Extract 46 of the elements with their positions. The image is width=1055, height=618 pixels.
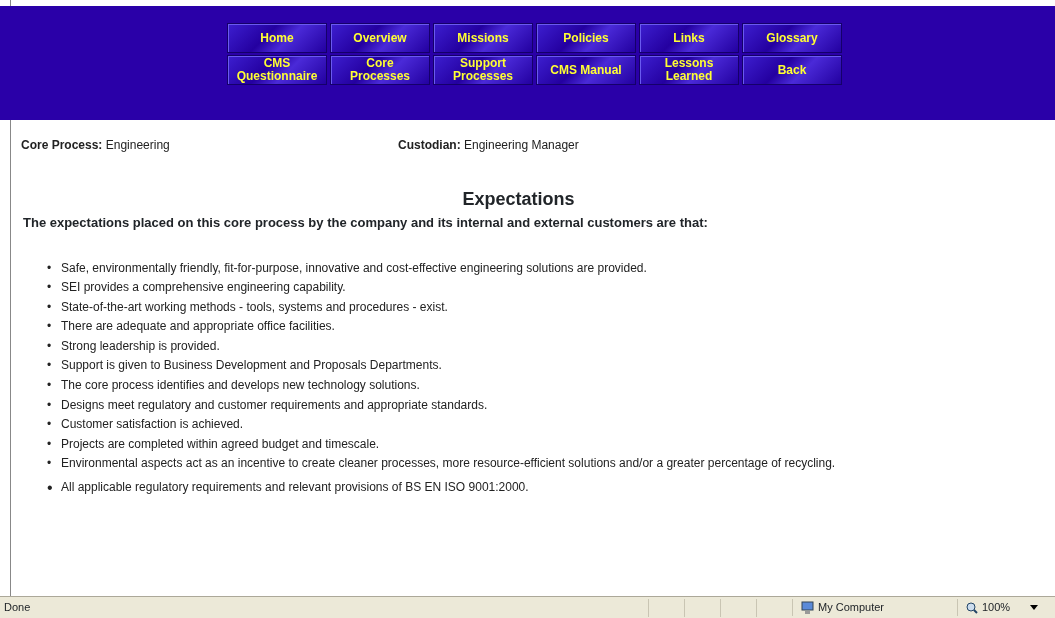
expectation-item: Support is given to Business Development and Proposals Departments. <box>61 357 442 375</box>
expectation-item: Customer satisfaction is achieved. <box>61 416 244 434</box>
bullet-mark: • <box>47 259 53 277</box>
nav-button[interactable]: Missions <box>433 23 533 53</box>
expectation-item: Safe, environmentally friendly, fit-for-purpose, innovative and cost-effective engineering solutions are provided. <box>61 259 647 277</box>
caret-icon[interactable] <box>1030 605 1039 610</box>
expectation-item: State-of-the-art working methods - tools, systems and procedures - exist. <box>61 298 448 316</box>
nav-button[interactable]: Policies <box>536 23 636 53</box>
nav-button[interactable]: CMS Manual <box>536 55 636 85</box>
bullet-mark: • <box>47 478 54 498</box>
expectation-item: There are adequate and appropriate office facilities. <box>61 318 335 336</box>
computer-icon <box>801 600 814 615</box>
bullet-mark: • <box>47 377 53 395</box>
nav-button[interactable]: Support Processes <box>433 55 533 85</box>
info-field: Custodian: Engineering Manager <box>398 136 579 154</box>
zone-label: My Computer <box>818 600 885 616</box>
expectation-item: All applicable regulatory requirements and relevant provisions of BS EN ISO 9001:2000. <box>61 479 529 497</box>
expectation-item: SEI provides a comprehensive engineering capability. <box>61 279 346 297</box>
bullet-mark: • <box>47 337 53 355</box>
bullet-mark: • <box>47 416 53 434</box>
status-text: Done <box>3 600 32 616</box>
intro-text: The expectations placed on this core process by the company and its internal and external customers are that: <box>23 214 709 232</box>
expectation-item: Environmental aspects act as an incentive to create cleaner processes, more resource-efficient solutions and/or a greater percentage of recycling. <box>61 455 836 473</box>
nav-button[interactable]: Core Processes <box>330 55 430 85</box>
bullet-mark: • <box>47 279 53 297</box>
zoom-level[interactable]: 100% <box>982 599 1011 616</box>
bullet-mark: • <box>47 396 53 414</box>
nav-button[interactable]: Home <box>227 23 327 53</box>
nav-button[interactable]: Glossary <box>742 23 842 53</box>
bullet-mark: • <box>47 318 53 336</box>
bullet-mark: • <box>47 455 53 473</box>
expectation-item: Strong leadership is provided. <box>61 337 220 355</box>
zoom-icon <box>966 601 978 614</box>
nav-button[interactable]: Lessons Learned <box>639 55 739 85</box>
nav-button[interactable]: Overview <box>330 23 430 53</box>
section-heading: Expectations <box>461 188 576 211</box>
nav-button[interactable]: Back <box>742 55 842 85</box>
info-field: Core Process: Engineering <box>21 136 398 154</box>
expectation-item: Designs meet regulatory and customer requirements and appropriate standards. <box>61 396 488 414</box>
bullet-mark: • <box>47 357 53 375</box>
bullet-mark: • <box>47 298 53 316</box>
expectation-item: The core process identifies and develops new technology solutions. <box>61 377 420 395</box>
bullet-mark: • <box>47 435 53 453</box>
expectation-item: Projects are completed within agreed budget and timescale. <box>61 435 380 453</box>
nav-button[interactable]: CMS Questionnaire <box>227 55 327 85</box>
nav-button[interactable]: Links <box>639 23 739 53</box>
